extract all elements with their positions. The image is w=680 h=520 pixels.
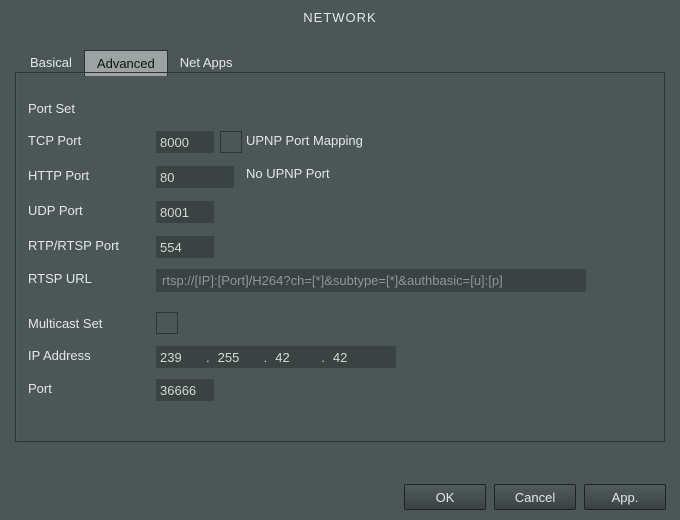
- label-http-port: HTTP Port: [28, 168, 89, 183]
- dot-icon: .: [202, 350, 214, 365]
- input-ip-c[interactable]: [271, 350, 317, 365]
- input-ip-b[interactable]: [214, 350, 260, 365]
- input-udp-port[interactable]: [156, 201, 214, 223]
- label-no-upnp-port: No UPNP Port: [246, 166, 330, 181]
- label-rtp-rtsp-port: RTP/RTSP Port: [28, 238, 119, 253]
- label-upnp-port-mapping: UPNP Port Mapping: [246, 133, 363, 148]
- ok-button[interactable]: OK: [404, 484, 486, 510]
- input-ip-d[interactable]: [329, 350, 375, 365]
- label-ip-address: IP Address: [28, 348, 91, 363]
- dot-icon: .: [260, 350, 272, 365]
- value-rtsp-url: rtsp://[IP]:[Port]/H264?ch=[*]&subtype=[…: [156, 269, 586, 292]
- dot-icon: .: [317, 350, 329, 365]
- input-ip-address: . . .: [156, 346, 396, 368]
- apply-button[interactable]: App.: [584, 484, 666, 510]
- checkbox-multicast-set[interactable]: [156, 312, 178, 334]
- input-tcp-port[interactable]: [156, 131, 214, 153]
- section-multicast-set: Multicast Set: [28, 316, 102, 331]
- input-ip-a[interactable]: [156, 350, 202, 365]
- button-row: OK Cancel App.: [404, 484, 666, 510]
- label-rtsp-url: RTSP URL: [28, 271, 92, 286]
- window-title: NETWORK: [0, 0, 680, 43]
- input-multicast-port[interactable]: [156, 379, 214, 401]
- input-http-port[interactable]: [156, 166, 234, 188]
- section-port-set: Port Set: [28, 101, 75, 116]
- label-tcp-port: TCP Port: [28, 133, 81, 148]
- settings-panel: Port Set TCP Port UPNP Port Mapping HTTP…: [15, 72, 665, 442]
- label-multicast-port: Port: [28, 381, 52, 396]
- cancel-button[interactable]: Cancel: [494, 484, 576, 510]
- label-udp-port: UDP Port: [28, 203, 83, 218]
- checkbox-upnp-port-mapping[interactable]: [220, 131, 242, 153]
- input-rtp-rtsp-port[interactable]: [156, 236, 214, 258]
